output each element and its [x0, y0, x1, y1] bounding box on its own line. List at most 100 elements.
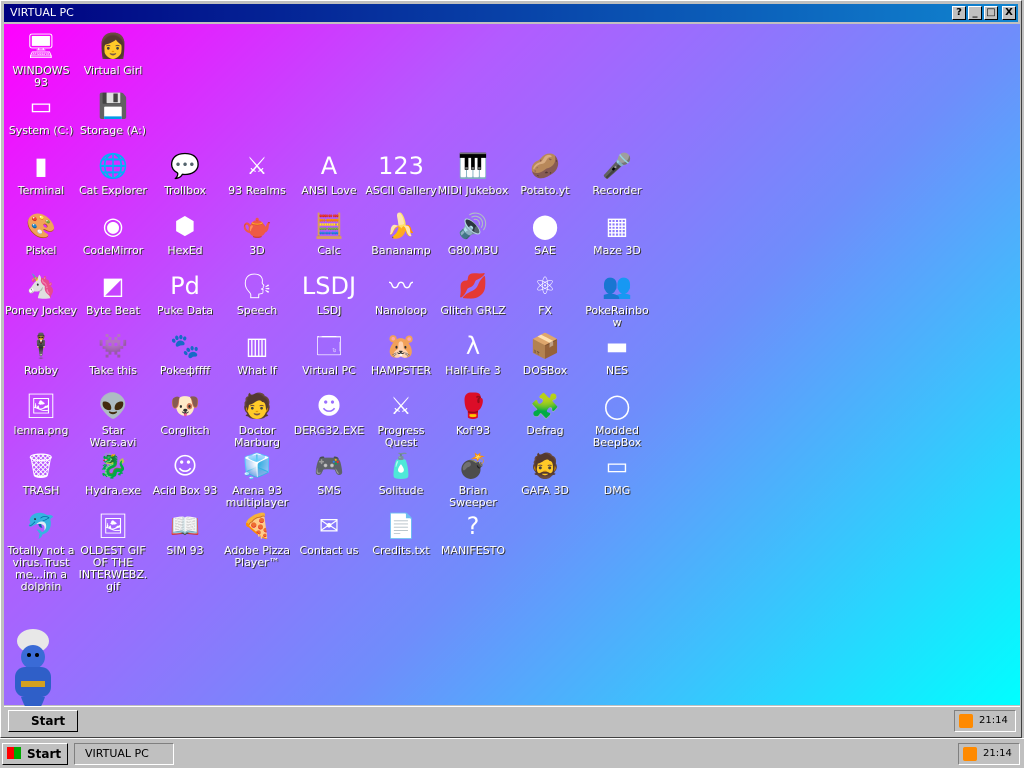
desktop-icon[interactable]: 🐉 Hydra.exe [77, 450, 149, 497]
desktop-icon[interactable]: 👽 Star Wars.avi [77, 390, 149, 449]
desktop-icon[interactable]: 🎨 Piskel [5, 210, 77, 257]
dosbox-icon: 📦 [530, 332, 560, 360]
desktop-icon-label: OLDEST GIF OF THE INTERWEBZ.gif [78, 544, 148, 593]
desktop-icon[interactable]: ⬤ SAE [509, 210, 581, 257]
desktop-icon[interactable]: 👥 PokeRainbow [581, 270, 653, 329]
rss-icon[interactable] [963, 747, 977, 761]
desktop-icon[interactable]: 🗔 Virtual PC [293, 330, 365, 377]
desktop-icon[interactable]: 🐹 HAMPSTER [365, 330, 437, 377]
desktop-icon[interactable]: 🥊 Kof'93 [437, 390, 509, 437]
close-button[interactable]: X [1002, 6, 1016, 20]
desktop-icon-label: What If [237, 364, 277, 377]
desktop-icon[interactable]: ▭ System (C:) [5, 90, 77, 137]
desktop-icon[interactable]: 🗣 Speech [221, 270, 293, 317]
desktop-icon[interactable]: 🖼 lenna.png [5, 390, 77, 437]
desktop-icon[interactable]: ◉ CodeMirror [77, 210, 149, 257]
desktop-icon-label: 93 Realms [228, 184, 286, 197]
desktop-icon[interactable]: 🦄 Poney Jockey [5, 270, 77, 317]
desktop-icon[interactable]: 👩 Virtual Girl [77, 30, 149, 77]
desktop-icon[interactable]: 🗑 TRASH [5, 450, 77, 497]
recycle-bin-icon: 🗑 [25, 452, 57, 480]
desktop-icon-label: TRASH [22, 484, 60, 497]
desktop-icon[interactable]: ☺ Acid Box 93 [149, 450, 221, 497]
desktop-icon[interactable]: 🍕 Adobe Pizza Player™ [221, 510, 293, 569]
outer-start-button[interactable]: Start [2, 743, 68, 765]
desktop-icon[interactable]: ? MANIFESTO [437, 510, 509, 557]
desktop-icon-label: DMG [603, 484, 631, 497]
desktop-icon[interactable]: ▦ Maze 3D [581, 210, 653, 257]
desktop-icon[interactable]: 🖼 OLDEST GIF OF THE INTERWEBZ.gif [77, 510, 149, 593]
desktop-icon[interactable]: ✉ Contact us [293, 510, 365, 557]
desktop-icon[interactable]: 🥔 Potato.yt [509, 150, 581, 197]
taskbar-item-virtual-pc[interactable]: VIRTUAL PC [74, 743, 174, 765]
desktop-icon[interactable]: 🌐 Cat Explorer [77, 150, 149, 197]
desktop-icon[interactable]: 🎹 MIDI Jukebox [437, 150, 509, 197]
desktop-icon[interactable]: 123 ASCII Gallery [365, 150, 437, 197]
desktop-icon[interactable]: ▭ DMG [581, 450, 653, 497]
desktop-icon-label: HexEd [167, 244, 203, 257]
crossed-swords-icon: ⚔ [390, 392, 412, 420]
inner-clock: 21:14 [979, 715, 1008, 726]
desktop-icon[interactable]: ☻ DERG32.EXE [293, 390, 365, 437]
desktop-icon[interactable]: 💋 Glitch GRLZ [437, 270, 509, 317]
desktop-icon-label: Virtual Girl [83, 64, 143, 77]
desktop-icon[interactable]: λ Half-Life 3 [437, 330, 509, 377]
desktop-icon-label: WINDOWS 93 [12, 64, 70, 89]
desktop-icon[interactable]: 💬 Trollbox [149, 150, 221, 197]
rss-icon[interactable] [959, 714, 973, 728]
desktop-icon[interactable]: 🖥 WINDOWS 93 [5, 30, 77, 89]
desktop-icon[interactable]: ◯ Modded BeepBox [581, 390, 653, 449]
desktop-icon[interactable]: ⚔ 93 Realms [221, 150, 293, 197]
desktop-icon[interactable]: ⬢ HexEd [149, 210, 221, 257]
desktop-icon[interactable]: 📄 Credits.txt [365, 510, 437, 557]
desktop-icon[interactable]: 🧔 GAFA 3D [509, 450, 581, 497]
amiga-ball-icon: ⬤ [531, 212, 559, 240]
desktop-icon[interactable]: ▮ Terminal [5, 150, 77, 197]
desktop-icon[interactable]: 🧩 Defrag [509, 390, 581, 437]
desktop-icon[interactable]: 📦 DOSBox [509, 330, 581, 377]
pd-icon: Pd [170, 272, 200, 300]
desktop-icon[interactable]: A ANSI Love [293, 150, 365, 197]
pokemon-icon: 🐾 [170, 332, 200, 360]
maximize-button[interactable]: □ [984, 6, 998, 20]
desktop-icon[interactable]: 🐬 Totally not a virus.Trust me...im a dol… [5, 510, 77, 593]
desktop-icon[interactable]: ⚔ Progress Quest [365, 390, 437, 449]
globe-icon: 🌐 [98, 152, 128, 180]
desktop-icon[interactable]: 💣 Brian Sweeper [437, 450, 509, 509]
desktop-icon[interactable]: 📖 SIM 93 [149, 510, 221, 557]
desktop-icon[interactable]: ▥ What If [221, 330, 293, 377]
desktop-icon[interactable]: ▬ NES [581, 330, 653, 377]
desktop-icon[interactable]: 🍌 Bananamp [365, 210, 437, 257]
desktop-icon-label: FX [538, 304, 552, 317]
desktop-icon[interactable]: 🧮 Calc [293, 210, 365, 257]
byte-beat-icon: ◩ [101, 272, 125, 300]
desktop-icon[interactable]: 🧴 Solitude [365, 450, 437, 497]
desktop-icon[interactable]: 🐶 Corglitch [149, 390, 221, 437]
desktop-icon-label: Contact us [299, 544, 359, 557]
lips-icon: 💋 [458, 272, 488, 300]
help-button[interactable]: ? [952, 6, 966, 20]
desktop-icon[interactable]: 💾 Storage (A:) [77, 90, 149, 137]
image-file-icon: 🖼 [25, 392, 57, 420]
desktop-icon[interactable]: 〰 Nanoloop [365, 270, 437, 317]
minimize-button[interactable]: _ [968, 6, 982, 20]
desktop-icon[interactable]: Pd Puke Data [149, 270, 221, 317]
desktop-icon[interactable]: 🫖 3D [221, 210, 293, 257]
desktop-icon-label: SIM 93 [166, 544, 204, 557]
desktop-icon[interactable]: 🔊 G80.M3U [437, 210, 509, 257]
desktop-icon[interactable]: ⚛ FX [509, 270, 581, 317]
desktop-icon[interactable]: LSDJ LSDJ [293, 270, 365, 317]
desktop-icon[interactable]: 🧊 Arena 93 multiplayer [221, 450, 293, 509]
desktop-icon[interactable]: 🎤 Recorder [581, 150, 653, 197]
desktop-icon-label: MANIFESTO [440, 544, 506, 557]
desktop-icon-label: Half-Life 3 [445, 364, 501, 377]
title-bar[interactable]: VIRTUAL PC ? _ □ X [4, 4, 1018, 22]
desktop-icon[interactable]: ◩ Byte Beat [77, 270, 149, 317]
inner-start-button[interactable]: Start [8, 710, 78, 732]
desktop-icon[interactable]: 🕴 Robby [5, 330, 77, 377]
desktop-icon[interactable]: 🧑 Doctor Marburg [221, 390, 293, 449]
desktop-icon[interactable]: 🎮 SMS [293, 450, 365, 497]
desktop-icon[interactable]: 👾 Take this [77, 330, 149, 377]
desktop-icon[interactable]: 🐾 Pokeфffff [149, 330, 221, 377]
dragon-icon: 🐉 [98, 452, 128, 480]
